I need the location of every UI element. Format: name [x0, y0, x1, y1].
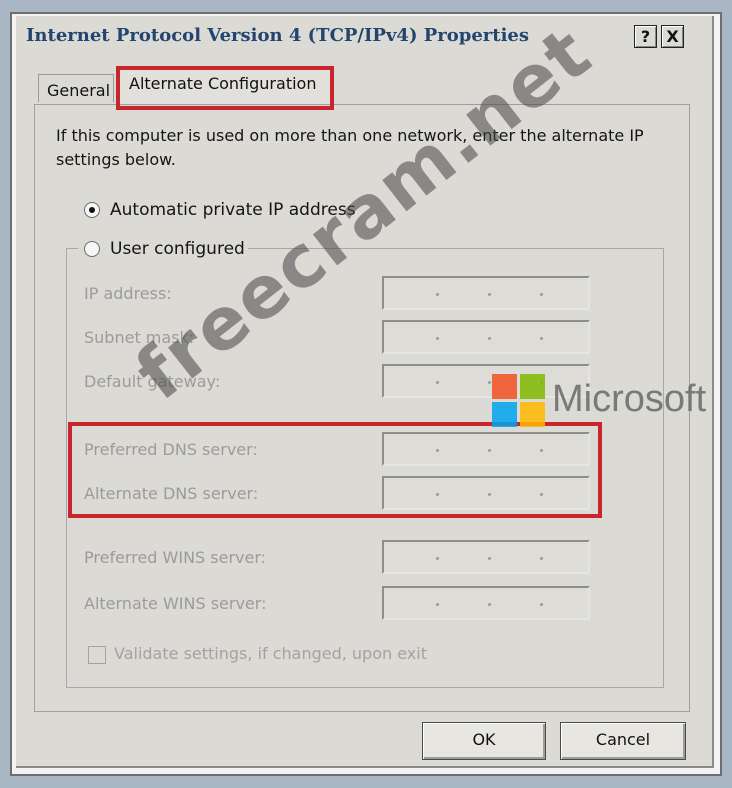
alternate-wins-label: Alternate WINS server: — [84, 594, 267, 613]
dns-highlight-box — [68, 422, 602, 518]
validate-settings-checkbox[interactable] — [88, 646, 106, 664]
close-button[interactable]: X — [661, 25, 684, 48]
ip-address-input[interactable] — [382, 276, 590, 310]
microsoft-logo-icon — [492, 374, 546, 428]
logo-square-red — [492, 374, 517, 399]
default-gateway-label: Default gateway: — [84, 372, 221, 391]
subnet-mask-label: Subnet mask: — [84, 328, 195, 347]
radio-user-configured-label[interactable]: User configured — [110, 239, 245, 259]
preferred-wins-input[interactable] — [382, 540, 590, 574]
tab-general[interactable]: General — [38, 74, 114, 102]
preferred-wins-label: Preferred WINS server: — [84, 548, 267, 567]
radio-automatic-private-ip-label[interactable]: Automatic private IP address — [110, 200, 356, 220]
logo-square-green — [520, 374, 545, 399]
subnet-mask-input[interactable] — [382, 320, 590, 354]
ip-address-label: IP address: — [84, 284, 172, 303]
microsoft-wordmark: Microsoft — [552, 378, 707, 420]
logo-square-yellow — [520, 402, 545, 427]
title-bar: Internet Protocol Version 4 (TCP/IPv4) P… — [16, 16, 712, 56]
radio-user-configured[interactable] — [84, 241, 100, 257]
ok-button[interactable]: OK — [422, 722, 546, 760]
logo-square-blue — [492, 402, 517, 427]
dialog-title: Internet Protocol Version 4 (TCP/IPv4) P… — [26, 25, 530, 46]
cancel-button[interactable]: Cancel — [560, 722, 686, 760]
alternate-wins-input[interactable] — [382, 586, 590, 620]
radio-automatic-private-ip[interactable] — [84, 202, 100, 218]
validate-settings-label[interactable]: Validate settings, if changed, upon exit — [114, 644, 427, 663]
intro-text: If this computer is used on more than on… — [56, 126, 644, 169]
tab-highlight-box — [116, 66, 334, 110]
help-button[interactable]: ? — [634, 25, 657, 48]
